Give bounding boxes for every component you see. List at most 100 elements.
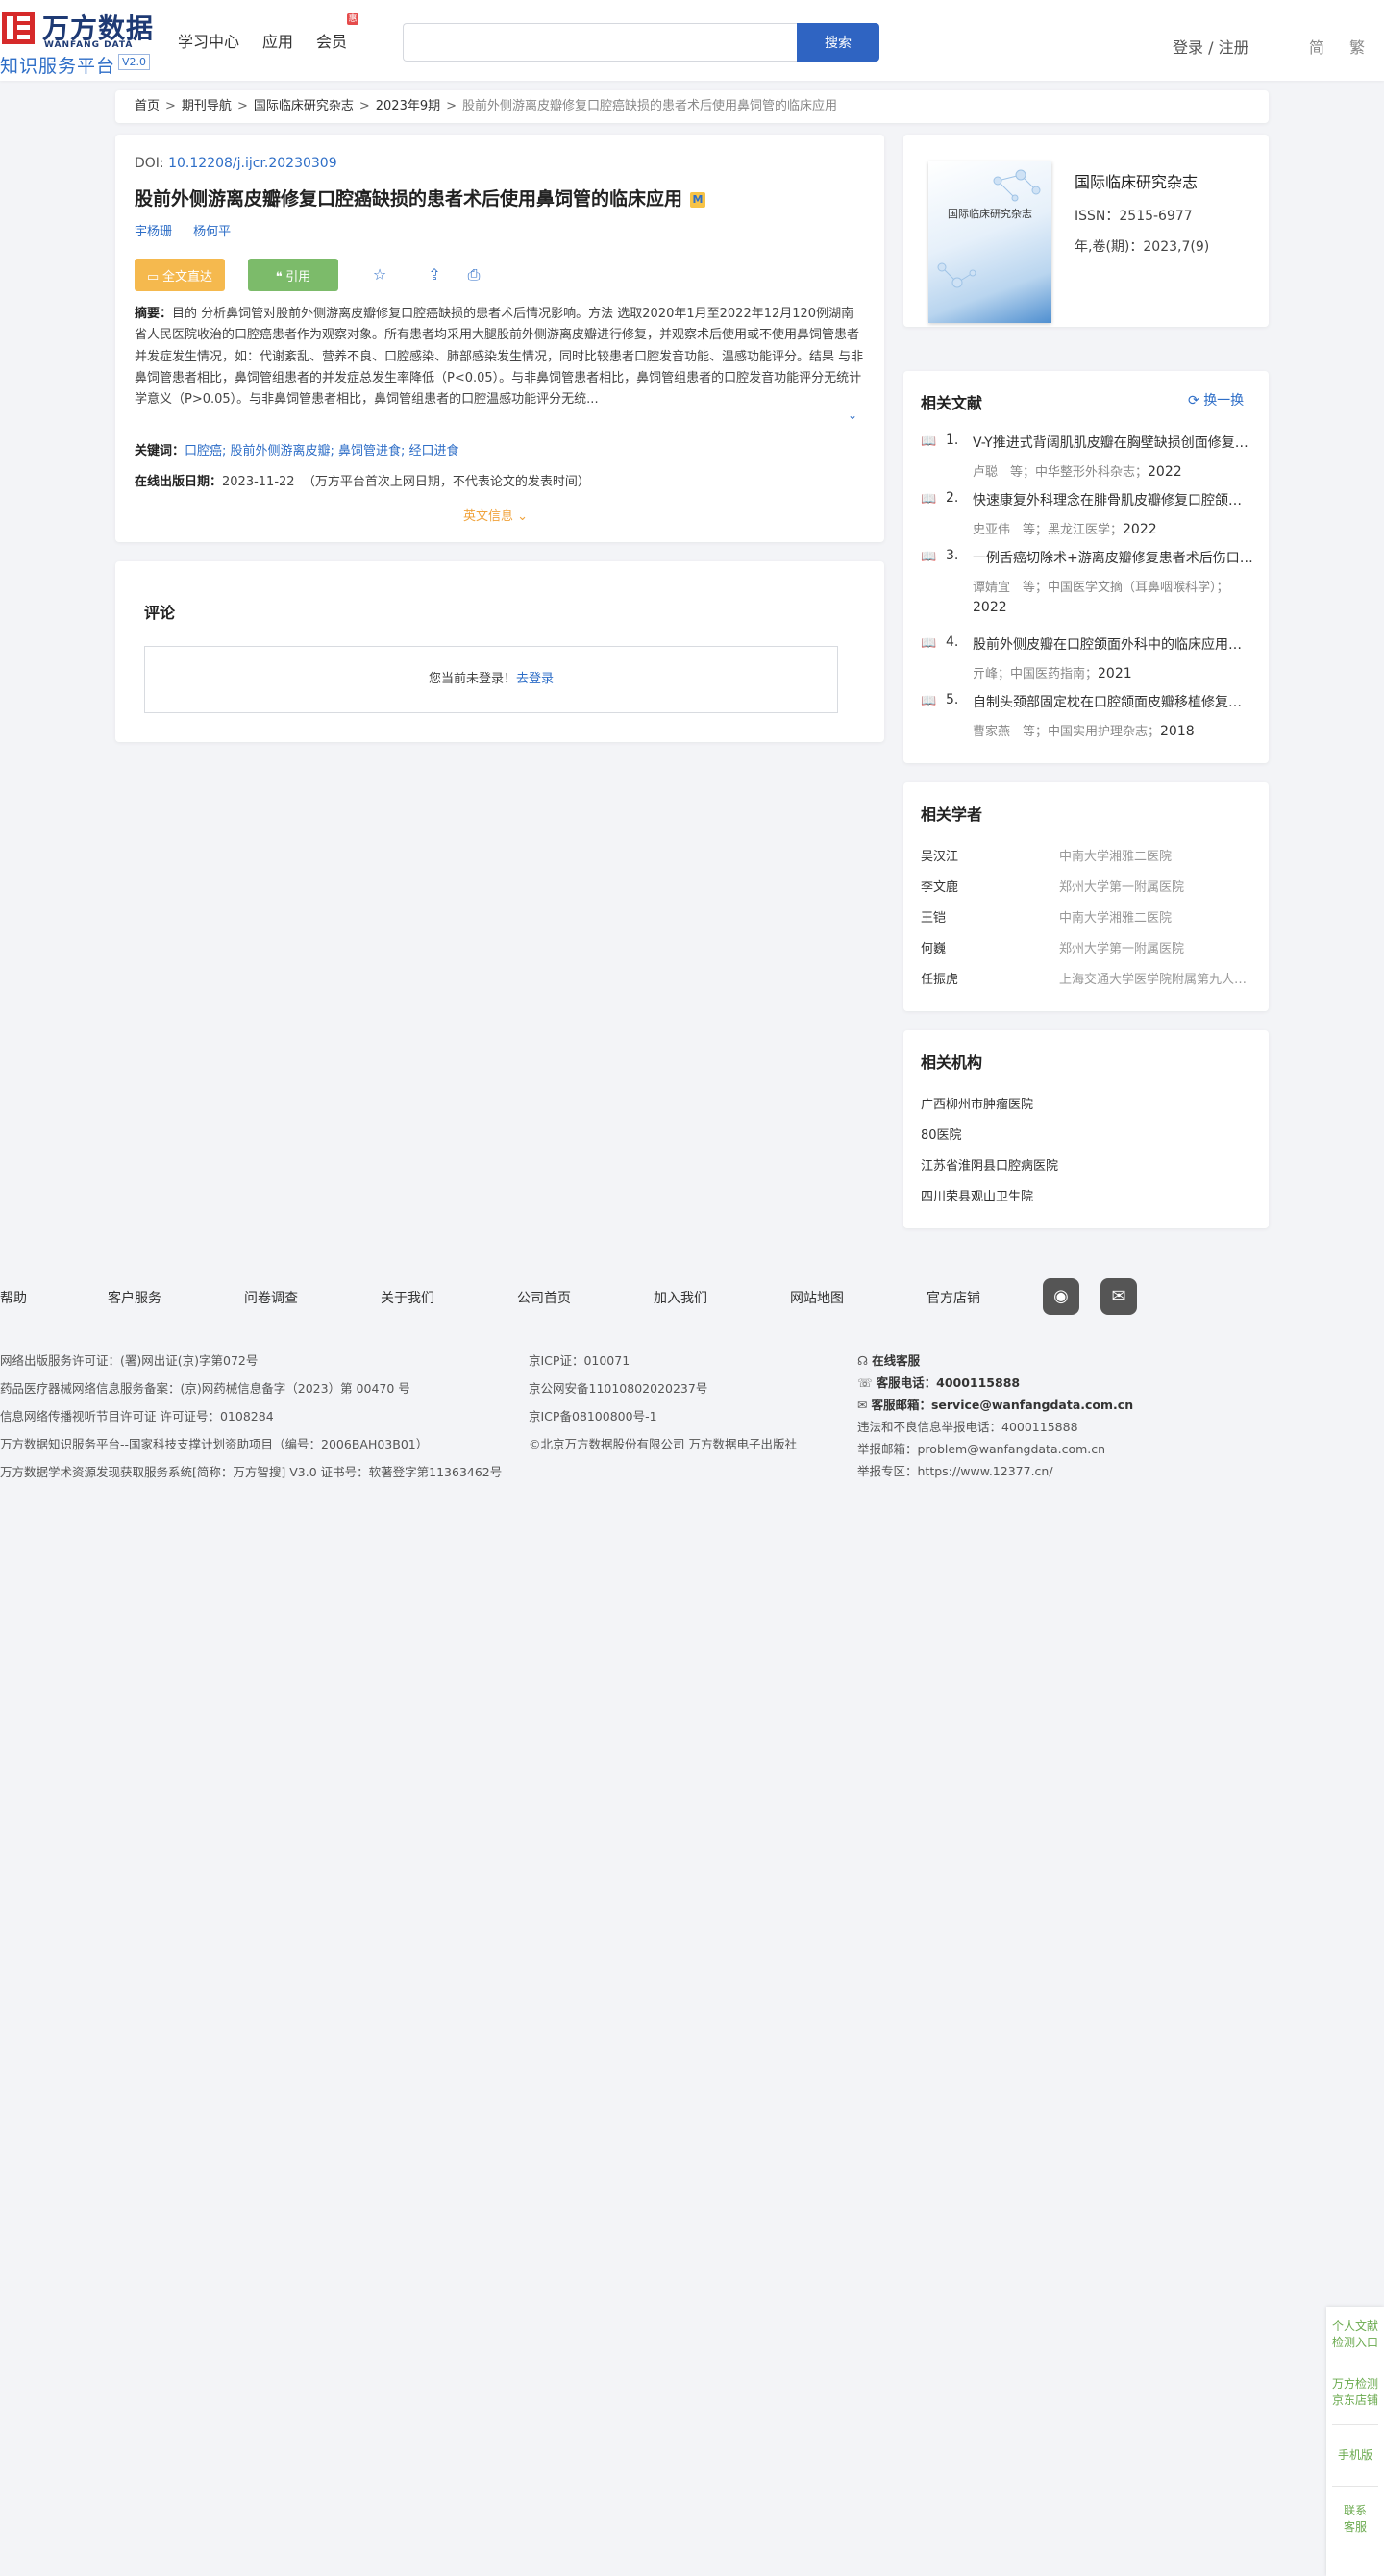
weibo-icon[interactable]: ◉ [1043,1278,1079,1315]
footer-icp[interactable]: 京公网安备11010802020237号 [529,1378,707,1397]
item-title[interactable]: 一例舌癌切除术+游离皮瓣修复患者术后伤口护理 [973,548,1253,567]
item-year: 2021 [1098,666,1132,681]
list-item[interactable]: 广西柳州市肿瘤医院 [921,1094,1033,1112]
scholar-name[interactable]: 任振虎 [921,969,958,987]
fulltext-icon: ▭ [147,268,162,284]
item-number: 1. [946,433,959,448]
scholar-name[interactable]: 吴汉江 [921,846,958,864]
search-input[interactable] [403,23,797,62]
footer-icp[interactable]: 京ICP备08100800号-1 [529,1406,657,1424]
publish-date: 在线出版日期：2023-11-22 （万方平台首次上网日期，不代表论文的发表时间… [135,471,590,489]
pubdate-value: 2023-11-22 [222,475,295,489]
keywords-links[interactable]: 口腔癌; 股前外侧游离皮瓣; 鼻饲管进食; 经口进食 [185,444,459,458]
journal-name[interactable]: 国际临床研究杂志 [1075,169,1198,192]
service-email: ✉ 客服邮箱：service@wanfangdata.com.cn [857,1395,1133,1413]
footer-link-service[interactable]: 客户服务 [108,1288,161,1307]
chevron-down-icon[interactable]: ⌄ [848,409,857,422]
lang-simplified[interactable]: 简 [1309,35,1324,58]
nav-apps[interactable]: 应用 [262,29,293,52]
report-zone[interactable]: 举报专区：https://www.12377.cn/ [857,1461,1053,1479]
logo-mark-icon [2,12,35,44]
cite-button[interactable]: ❝ 引用 [248,259,338,291]
report-email: 举报邮箱：problem@wanfangdata.com.cn [857,1442,1106,1456]
item-title[interactable]: V-Y推进式背阔肌肌皮瓣在胸壁缺损创面修复中的应用 [973,433,1253,452]
phone-icon: ☏ [857,1375,877,1390]
breadcrumb-current: 股前外侧游离皮瓣修复口腔癌缺损的患者术后使用鼻饲管的临床应用 [462,99,838,113]
item-number: 4. [946,634,959,650]
related-docs-card: 相关文献 ⟳ 换一换 📖 1. V-Y推进式背阔肌肌皮瓣在胸壁缺损创面修复中的应… [903,371,1269,763]
list-item[interactable]: 四川荣县观山卫生院 [921,1186,1033,1204]
wechat-icon[interactable]: ✉ [1100,1278,1137,1315]
item-meta: 亓峰；中国医药指南；2021 [973,663,1253,681]
related-scholars-card: 相关学者 吴汉江 中南大学湘雅二医院 李文鹿 郑州大学第一附属医院 王铠 中南大学湘雅… [903,782,1269,1011]
item-number: 3. [946,548,959,563]
journal-cover[interactable]: 国际临床研究杂志 [928,161,1051,323]
nav-membership[interactable]: 会员 [316,29,347,52]
float-mobile[interactable]: 手机版 [1326,2447,1384,2464]
service-phone: ☏ 客服电话：4000115888 [857,1373,1020,1391]
email-value[interactable]: service@wanfangdata.com.cn [931,1398,1133,1412]
breadcrumb-journal-nav[interactable]: 期刊导航 [182,99,232,113]
footer-link-survey[interactable]: 问卷调查 [244,1288,298,1307]
footer-link-company[interactable]: 公司首页 [517,1288,571,1307]
item-source: 卢聪 等；中华整形外科杂志； [973,465,1149,480]
refresh-button[interactable]: ⟳ 换一换 [1188,390,1244,409]
doi-link[interactable]: 10.12208/j.ijcr.20230309 [168,156,337,171]
related-institutions-title: 相关机构 [921,1053,983,1072]
login-register-link[interactable]: 登录 / 注册 [1173,35,1249,58]
float-jd-store[interactable]: 万方检测 京东店铺 [1326,2376,1384,2409]
footer-link-store[interactable]: 官方店铺 [927,1288,980,1307]
star-icon[interactable]: ☆ [370,265,389,285]
comment-card: 评论 您当前未登录！去登录 [115,561,884,742]
list-item[interactable]: 江苏省淮阴县口腔病医院 [921,1155,1058,1174]
lang-traditional[interactable]: 繁 [1349,35,1365,58]
english-info-toggle[interactable]: 英文信息 ⌄ [463,506,528,524]
author-link[interactable]: 杨何平 [193,225,231,239]
online-service-link[interactable]: ☊ 在线客服 [857,1350,920,1369]
breadcrumb-home[interactable]: 首页 [135,99,160,113]
scholar-name[interactable]: 王铠 [921,907,946,926]
phone-label: 客服电话： [876,1375,937,1390]
scholar-name[interactable]: 李文鹿 [921,877,958,895]
fulltext-button[interactable]: ▭ 全文直达 [135,259,225,291]
quote-icon: ❝ [275,268,286,284]
search-button[interactable]: 搜索 [797,23,879,62]
author-link[interactable]: 宇杨珊 [135,225,172,239]
scholar-name[interactable]: 何巍 [921,938,946,956]
comment-login-link[interactable]: 去登录 [516,672,554,686]
footer-link-help[interactable]: 帮助 [0,1288,27,1307]
footer-icp[interactable]: 京ICP证：010071 [529,1350,630,1369]
item-title[interactable]: 股前外侧皮瓣在口腔颌面外科中的临床应用研究 [973,634,1253,654]
item-title[interactable]: 自制头颈部固定枕在口腔颌面皮瓣移植修复术后的应用 [973,692,1253,711]
breadcrumb-issue[interactable]: 2023年9期 [376,99,440,113]
footer-link-sitemap[interactable]: 网站地图 [790,1288,844,1307]
list-item[interactable]: 80医院 [921,1125,962,1143]
float-contact[interactable]: 联系 客服 [1326,2503,1384,2536]
refresh-icon: ⟳ [1188,393,1204,409]
abstract: 摘要：目的 分析鼻饲管对股前外侧游离皮瓣修复口腔癌缺损的患者术后情况影响。方法 … [135,304,865,429]
scholar-org: 中南大学湘雅二医院 [1059,911,1173,926]
cite-label: 引用 [285,268,311,284]
footer-link-join[interactable]: 加入我们 [654,1288,707,1307]
mail-icon: ✉ [857,1398,872,1412]
article-title-text: 股前外侧游离皮瓣修复口腔癌缺损的患者术后使用鼻饲管的临床应用 [135,188,683,210]
breadcrumb-journal[interactable]: 国际临床研究杂志 [254,99,354,113]
wanfang-logo[interactable]: 万方数据 WANFANG DATA 知识服务平台 V2.0 [0,8,163,77]
nav-learning-center[interactable]: 学习中心 [178,29,239,52]
item-title[interactable]: 快速康复外科理念在腓骨肌皮瓣修复口腔颌面缺损中的应用 [973,490,1253,509]
item-source: 谭婧宜 等；中国医学文摘（耳鼻咽喉科学）； [973,581,1229,595]
print-icon[interactable]: ⎙ [464,265,483,285]
footer-link-about[interactable]: 关于我们 [381,1288,434,1307]
float-detect-entry[interactable]: 个人文献 检测入口 [1326,2318,1384,2351]
doi-line: DOI: 10.12208/j.ijcr.20230309 [135,156,337,171]
item-source: 曹家燕 等；中国实用护理杂志； [973,725,1161,739]
logo-version: V2.0 [118,54,151,70]
share-icon[interactable]: ⇪ [425,265,444,285]
top-header: 万方数据 WANFANG DATA 知识服务平台 V2.0 学习中心 应用 会员… [0,0,1384,81]
comment-login-box: 您当前未登录！去登录 [144,646,838,713]
author-list: 宇杨珊 杨何平 [135,221,248,239]
book-icon: 📖 [921,636,937,651]
related-institutions-card: 相关机构 广西柳州市肿瘤医院 80医院 江苏省淮阴县口腔病医院 四川荣县观山卫生… [903,1030,1269,1228]
journal-issn: ISSN：2515-6977 [1075,209,1193,224]
keywords-label: 关键词： [135,444,185,458]
